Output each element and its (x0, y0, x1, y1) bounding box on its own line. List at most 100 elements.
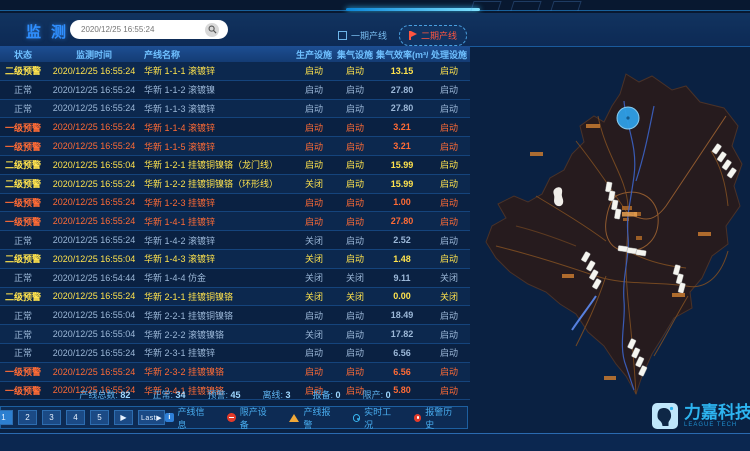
legend-label: 实时工况 (364, 405, 398, 431)
top-decor-band (0, 0, 750, 13)
production-facility-cell: 启动 (294, 365, 334, 378)
status-cell: 正常 (0, 346, 46, 359)
time-cell: 2020/12/25 16:55:24 (46, 367, 142, 377)
table-row[interactable]: 二级预警2020/12/25 16:55:04华新 1-2-1 挂镀铜镍铬（龙门… (0, 156, 470, 175)
table-row[interactable]: 正常2020/12/25 16:54:44华新 1-4-4 仿金关闭关闭9.11… (0, 269, 470, 288)
phase2-button[interactable]: 二期产线 (399, 25, 467, 46)
gas-facility-cell: 关闭 (334, 271, 376, 284)
time-cell: 2020/12/25 16:55:24 (46, 85, 142, 95)
last-page-button[interactable]: Last▶ (138, 410, 165, 425)
line-name-cell: 华新 1-2-2 挂镀铜镍铬（环形线） (142, 177, 294, 190)
top-ghost-shape (550, 1, 581, 11)
treatment-facility-cell: 启动 (428, 102, 470, 115)
summary-label: 产线总数: (79, 390, 120, 400)
table-row[interactable]: 正常2020/12/25 16:55:24华新 1-4-2 滚镀锌关闭启动2.5… (0, 231, 470, 250)
status-cell: 一级预警 (0, 121, 46, 134)
efficiency-cell: 9.11 (376, 273, 428, 283)
legend-label: 限产设备 (240, 405, 274, 431)
table-row[interactable]: 正常2020/12/25 16:55:24华新 1-1-3 滚镀锌启动启动27.… (0, 100, 470, 119)
treatment-facility-cell: 关闭 (428, 290, 470, 303)
production-facility-cell: 启动 (294, 121, 334, 134)
page-button[interactable]: 5 (90, 410, 109, 425)
table-row[interactable]: 一级预警2020/12/25 16:55:24华新 1-4-1 挂镀锌启动启动2… (0, 212, 470, 231)
column-header-gas: 集气设施 (334, 48, 376, 61)
legend-item[interactable]: 实时工况 (353, 405, 398, 431)
realtime-icon (353, 414, 361, 422)
table-row[interactable]: 二级预警2020/12/25 16:55:24华新 1-2-2 挂镀铜镍铬（环形… (0, 175, 470, 194)
gas-facility-cell: 启动 (334, 121, 376, 134)
legend-item[interactable]: 产线报警 (289, 405, 336, 431)
line-name-cell: 华新 1-4-2 滚镀锌 (142, 234, 294, 247)
cluster-marker[interactable] (617, 107, 639, 129)
time-cell: 2020/12/25 16:55:04 (46, 254, 142, 264)
search-button[interactable] (205, 23, 219, 37)
time-cell: 2020/12/25 16:55:24 (46, 103, 142, 113)
legend-bar: i产线信息 限产设备 产线报警 实时工况报警历史 (165, 405, 459, 431)
production-facility-cell: 启动 (294, 215, 334, 228)
status-cell: 二级预警 (0, 252, 46, 265)
table-row[interactable]: 正常2020/12/25 16:55:24华新 2-3-1 挂镀锌启动启动6.5… (0, 344, 470, 363)
page-button[interactable]: 2 (18, 410, 37, 425)
header-bar: 监测 一期产线 二期产线 (0, 13, 750, 47)
gas-facility-cell: 启动 (334, 215, 376, 228)
summary-value: 45 (230, 390, 240, 400)
legend-item[interactable]: i产线信息 (165, 405, 211, 431)
top-ghost-shape (510, 1, 541, 11)
gas-facility-cell: 启动 (334, 252, 376, 265)
line-name-cell: 华新 2-1-1 挂镀铜镍铬 (142, 290, 294, 303)
efficiency-cell: 17.82 (376, 329, 428, 339)
production-facility-cell: 关闭 (294, 271, 334, 284)
summary-value: 34 (175, 390, 185, 400)
table-row[interactable]: 二级预警2020/12/25 16:55:24华新 1-1-1 滚镀锌启动启动1… (0, 62, 470, 81)
summary-item: 报备: 0 (313, 388, 341, 401)
legend-item[interactable]: 限产设备 (227, 405, 273, 431)
table-row[interactable]: 一级预警2020/12/25 16:55:24华新 1-1-4 滚镀锌启动启动3… (0, 118, 470, 137)
gas-facility-cell: 启动 (334, 177, 376, 190)
treatment-facility-cell: 启动 (428, 365, 470, 378)
next-page-button[interactable]: ▶ (114, 410, 133, 425)
legend-item[interactable]: 报警历史 (414, 405, 459, 431)
treatment-facility-cell: 启动 (428, 215, 470, 228)
status-cell: 正常 (0, 271, 46, 284)
logo-icon (652, 403, 678, 429)
phase-filter-group: 一期产线 二期产线 (338, 25, 467, 46)
table-row[interactable]: 正常2020/12/25 16:55:04华新 2-2-2 滚镀镍铬关闭启动17… (0, 325, 470, 344)
production-facility-cell: 启动 (294, 102, 334, 115)
search-input[interactable] (79, 24, 205, 35)
alarm-triangle-icon (289, 414, 299, 422)
table-row[interactable]: 正常2020/12/25 16:55:04华新 2-2-1 挂镀铜镍铬启动启动1… (0, 306, 470, 325)
summary-label: 报备: (313, 390, 336, 400)
efficiency-cell: 13.15 (376, 66, 428, 76)
table-row[interactable]: 二级预警2020/12/25 16:55:04华新 1-4-3 滚镀锌关闭启动1… (0, 250, 470, 269)
production-facility-cell: 关闭 (294, 328, 334, 341)
phase1-label: 一期产线 (351, 29, 387, 42)
page-button[interactable]: 3 (42, 410, 61, 425)
time-cell: 2020/12/25 16:55:04 (46, 310, 142, 320)
table-row[interactable]: 一级预警2020/12/25 16:55:24华新 2-3-2 挂镀镍铬启动启动… (0, 363, 470, 382)
gas-facility-cell: 关闭 (334, 290, 376, 303)
column-header-production: 生产设施 (294, 48, 334, 61)
gas-facility-cell: 启动 (334, 346, 376, 359)
history-icon (414, 414, 421, 422)
table-row[interactable]: 一级预警2020/12/25 16:55:24华新 1-1-5 滚镀锌启动启动3… (0, 137, 470, 156)
page-button[interactable]: 4 (66, 410, 85, 425)
line-name-cell: 华新 1-4-1 挂镀锌 (142, 215, 294, 228)
table-row[interactable]: 一级预警2020/12/25 16:55:24华新 1-2-3 挂镀锌启动启动1… (0, 194, 470, 213)
status-cell: 正常 (0, 234, 46, 247)
production-facility-cell: 启动 (294, 158, 334, 171)
summary-label: 离线: (263, 390, 286, 400)
legend-label: 产线报警 (303, 405, 336, 431)
efficiency-cell: 27.80 (376, 103, 428, 113)
gas-facility-cell: 启动 (334, 64, 376, 77)
summary-bar: 产线总数: 82正常: 34预警: 45离线: 3报备: 0限产: 0 (0, 386, 470, 402)
status-cell: 一级预警 (0, 215, 46, 228)
production-facility-cell: 关闭 (294, 177, 334, 190)
phase1-checkbox[interactable]: 一期产线 (338, 29, 387, 42)
line-name-cell: 华新 1-2-3 挂镀锌 (142, 196, 294, 209)
map-panel[interactable] (476, 46, 750, 402)
table-row[interactable]: 二级预警2020/12/25 16:55:24华新 2-1-1 挂镀铜镍铬关闭关… (0, 288, 470, 307)
page-button[interactable]: 1 (0, 410, 13, 425)
status-cell: 二级预警 (0, 158, 46, 171)
line-name-cell: 华新 2-2-1 挂镀铜镍铬 (142, 309, 294, 322)
table-row[interactable]: 正常2020/12/25 16:55:24华新 1-1-2 滚镀镍启动启动27.… (0, 81, 470, 100)
